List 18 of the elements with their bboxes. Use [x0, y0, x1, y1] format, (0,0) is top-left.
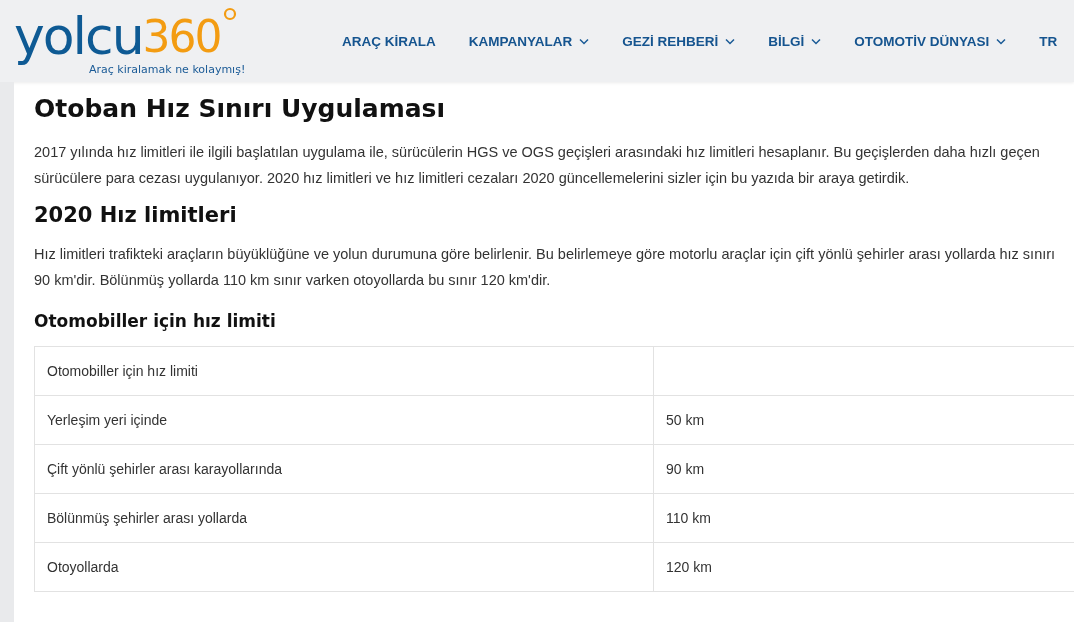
table-cell: Çift yönlü şehirler arası karayollarında: [34, 444, 654, 494]
nav-link[interactable]: OTOMOTİV DÜNYASI: [854, 33, 1007, 49]
nav-link[interactable]: ARAÇ KİRALA: [342, 33, 436, 49]
subsection-heading: Otomobiller için hız limiti: [34, 311, 277, 331]
degree-icon: [222, 6, 237, 21]
table-cell: Yerleşim yeri içinde: [34, 395, 654, 445]
nav-link[interactable]: BİLGİ: [768, 33, 822, 49]
section-heading: 2020 Hız limitleri: [34, 203, 238, 227]
logo-tagline: Araç kiralamak ne kolaymış!: [89, 62, 247, 76]
nav-link[interactable]: KAMPANYALAR: [468, 33, 590, 49]
article-title: Otoban Hız Sınırı Uygulaması: [34, 94, 447, 123]
table-cell: Otomobiller için hız limiti: [34, 346, 654, 396]
nav-link[interactable]: TR: [1039, 33, 1058, 49]
section-paragraph: Hız limitleri trafikteki araçların büyüklüğüne ve yolun durumuna göre belirlenir. Bu belirlemeye göre motorlu araçlar için çift yönlü şehirler arası yollarda hız sınırı 90 km'dir. Bölünmüş yollarda 110 km sınır varken otoyollarda bu sınır 120 km'dir.: [34, 245, 1057, 290]
table-cell: Otoyollarda: [34, 542, 654, 592]
nav-link[interactable]: GEZİ REHBERİ: [622, 33, 736, 49]
intro-paragraph: 2017 yılında hız limitleri ile ilgili başlatılan uygulama ile, sürücülerin HGS ve OGS geçişleri arasındaki hız limitleri hesaplanır. Bu geçişlerden daha hızlı geçen sürücülere para cezası uygulanıyor. 2020 hız limitleri ve hız limitleri cezaları 2020 güncellemelerini sizler için bu yazıda bir araya getirdik.: [34, 143, 1041, 188]
table-cell: Bölünmüş şehirler arası yollarda: [34, 493, 654, 543]
